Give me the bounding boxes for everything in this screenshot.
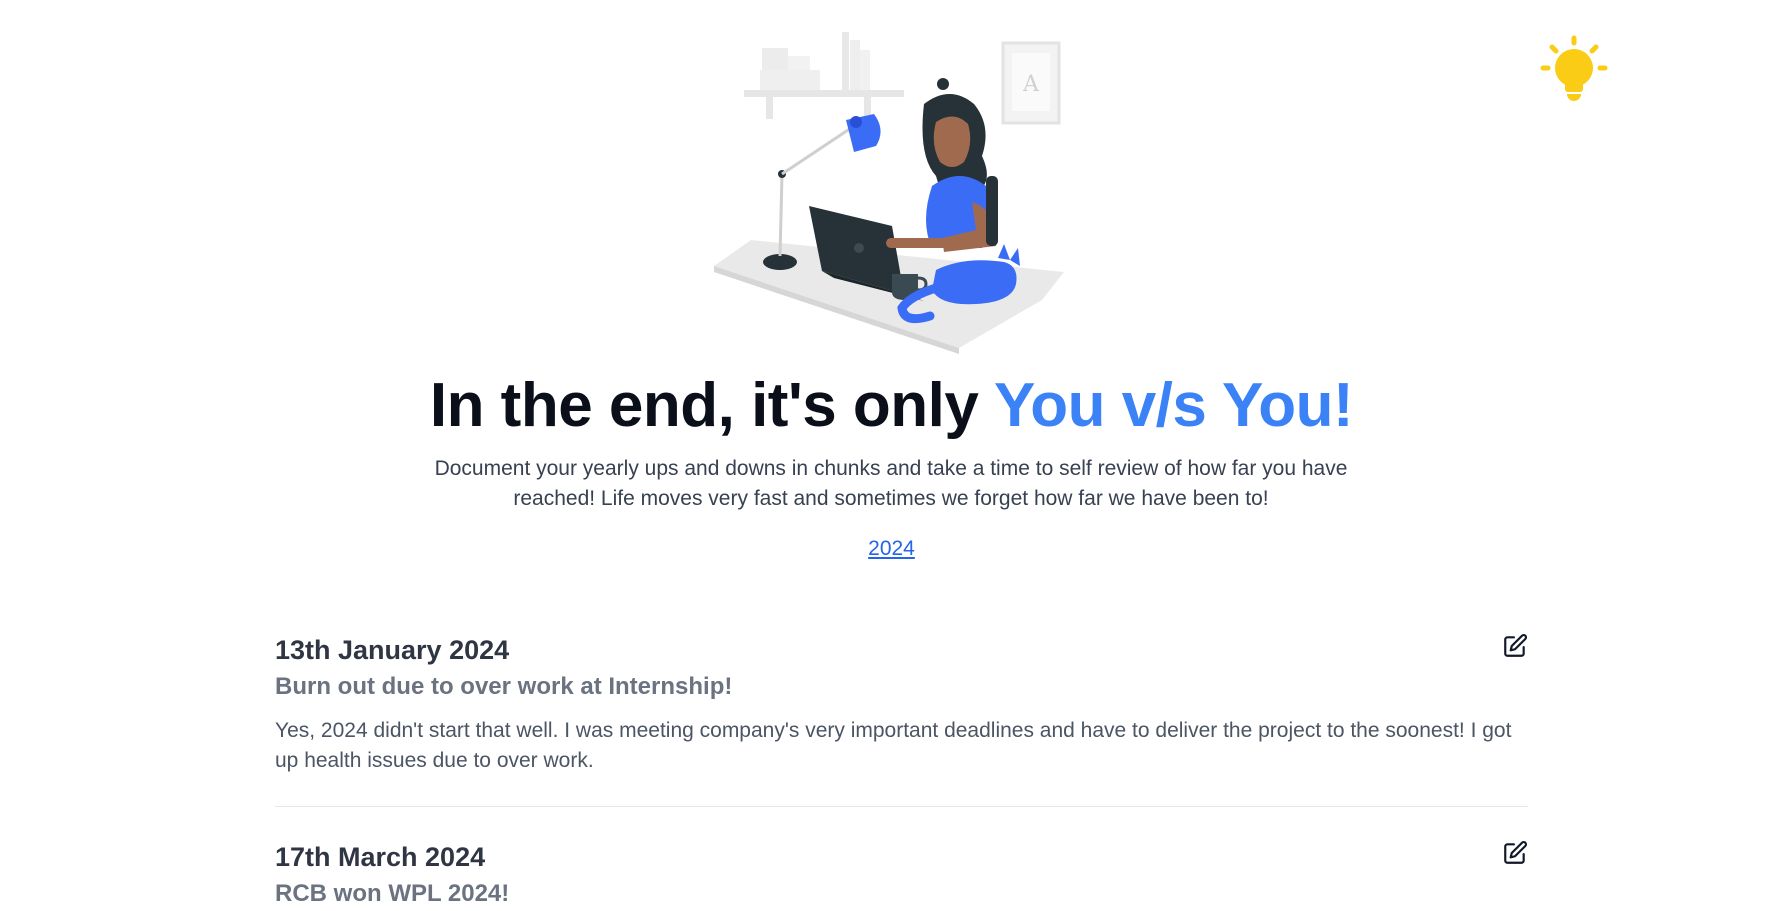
entry-title: RCB won WPL 2024! [275, 880, 510, 907]
entry-title: Burn out due to over work at Internship! [275, 673, 733, 700]
hero-title: In the end, it's only You v/s You! [0, 367, 1783, 445]
theme-toggle-button[interactable] [1538, 34, 1610, 106]
edit-pencil-icon [1504, 634, 1527, 657]
year-nav: 2024 [0, 535, 1783, 563]
year-link-2024[interactable]: 2024 [868, 537, 915, 560]
entry-body: Yes, 2024 didn't start that well. I was … [275, 719, 1512, 772]
entry-date: 17th March 2024 [275, 842, 486, 872]
hero-title-accent: You v/s You! [993, 371, 1354, 440]
edit-entry-button[interactable] [1502, 840, 1528, 866]
journal-entry: 13th January 2024 Burn out due to over w… [275, 630, 1528, 776]
edit-pencil-icon [1504, 841, 1527, 864]
hero-subtitle: Document your yearly ups and downs in ch… [434, 457, 1348, 510]
hero-title-prefix: In the end, it's only [429, 371, 979, 440]
entry-divider [275, 806, 1528, 807]
edit-entry-button[interactable] [1502, 633, 1528, 659]
journal-entries: 13th January 2024 Burn out due to over w… [275, 630, 1528, 911]
journal-entry: 17th March 2024 RCB won WPL 2024! [275, 837, 1528, 911]
hero-illustration: A [714, 26, 1086, 356]
lightbulb-icon [1540, 35, 1608, 101]
svg-text:A: A [1022, 72, 1040, 97]
entry-date: 13th January 2024 [275, 635, 510, 665]
